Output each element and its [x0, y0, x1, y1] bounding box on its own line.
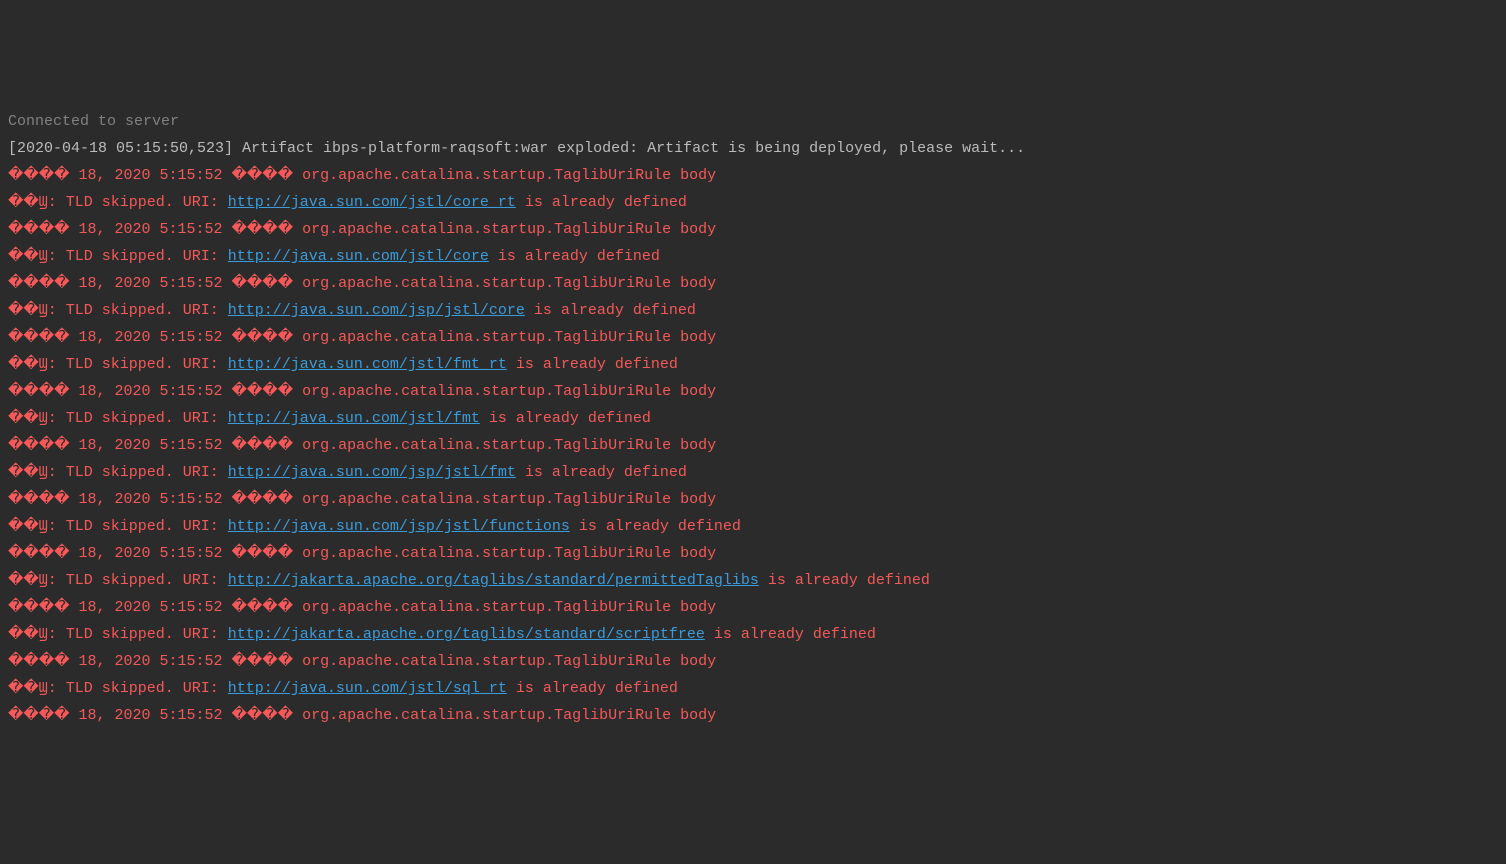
log-line-tld-skipped: ��Ϣ: TLD skipped. URI: http://jakarta.ap… [8, 567, 1498, 594]
log-line-taglib-header: ���� 18, 2020 5:15:52 ���� org.apache.ca… [8, 702, 1498, 729]
tld-uri-link[interactable]: http://jakarta.apache.org/taglibs/standa… [228, 572, 759, 589]
tld-prefix: ��Ϣ: TLD skipped. URI: [8, 302, 228, 319]
log-line-taglib-header: ���� 18, 2020 5:15:52 ���� org.apache.ca… [8, 270, 1498, 297]
tld-suffix: is already defined [507, 680, 678, 697]
tld-prefix: ��Ϣ: TLD skipped. URI: [8, 518, 228, 535]
log-line-tld-skipped: ��Ϣ: TLD skipped. URI: http://java.sun.c… [8, 243, 1498, 270]
log-line-connected: Connected to server [8, 108, 1498, 135]
log-line-taglib-header: ���� 18, 2020 5:15:52 ���� org.apache.ca… [8, 486, 1498, 513]
log-line-taglib-header: ���� 18, 2020 5:15:52 ���� org.apache.ca… [8, 540, 1498, 567]
tld-suffix: is already defined [516, 464, 687, 481]
tld-suffix: is already defined [480, 410, 651, 427]
log-line-tld-skipped: ��Ϣ: TLD skipped. URI: http://jakarta.ap… [8, 621, 1498, 648]
taglib-header: ���� 18, 2020 5:15:52 ���� org.apache.ca… [8, 653, 716, 670]
tld-uri-link[interactable]: http://java.sun.com/jstl/sql_rt [228, 680, 507, 697]
tld-suffix: is already defined [489, 248, 660, 265]
tld-uri-link[interactable]: http://java.sun.com/jsp/jstl/core [228, 302, 525, 319]
log-line-taglib-header: ���� 18, 2020 5:15:52 ���� org.apache.ca… [8, 216, 1498, 243]
tld-prefix: ��Ϣ: TLD skipped. URI: [8, 680, 228, 697]
taglib-header: ���� 18, 2020 5:15:52 ���� org.apache.ca… [8, 599, 716, 616]
tld-suffix: is already defined [525, 302, 696, 319]
tld-prefix: ��Ϣ: TLD skipped. URI: [8, 248, 228, 265]
log-line-tld-skipped: ��Ϣ: TLD skipped. URI: http://java.sun.c… [8, 405, 1498, 432]
tld-uri-link[interactable]: http://jakarta.apache.org/taglibs/standa… [228, 626, 705, 643]
log-line-deploy: [2020-04-18 05:15:50,523] Artifact ibps-… [8, 135, 1498, 162]
taglib-header: ���� 18, 2020 5:15:52 ���� org.apache.ca… [8, 545, 716, 562]
log-line-tld-skipped: ��Ϣ: TLD skipped. URI: http://java.sun.c… [8, 675, 1498, 702]
taglib-header: ���� 18, 2020 5:15:52 ���� org.apache.ca… [8, 707, 716, 724]
tld-uri-link[interactable]: http://java.sun.com/jstl/fmt [228, 410, 480, 427]
log-line-taglib-header: ���� 18, 2020 5:15:52 ���� org.apache.ca… [8, 378, 1498, 405]
taglib-header: ���� 18, 2020 5:15:52 ���� org.apache.ca… [8, 329, 716, 346]
taglib-header: ���� 18, 2020 5:15:52 ���� org.apache.ca… [8, 491, 716, 508]
tld-suffix: is already defined [759, 572, 930, 589]
tld-uri-link[interactable]: http://java.sun.com/jstl/fmt_rt [228, 356, 507, 373]
tld-prefix: ��Ϣ: TLD skipped. URI: [8, 356, 228, 373]
tld-suffix: is already defined [570, 518, 741, 535]
tld-uri-link[interactable]: http://java.sun.com/jsp/jstl/fmt [228, 464, 516, 481]
taglib-header: ���� 18, 2020 5:15:52 ���� org.apache.ca… [8, 437, 716, 454]
console-output[interactable]: Connected to server [2020-04-18 05:15:50,… [8, 108, 1498, 729]
tld-prefix: ��Ϣ: TLD skipped. URI: [8, 572, 228, 589]
tld-uri-link[interactable]: http://java.sun.com/jstl/core [228, 248, 489, 265]
log-line-tld-skipped: ��Ϣ: TLD skipped. URI: http://java.sun.c… [8, 189, 1498, 216]
log-line-taglib-header: ���� 18, 2020 5:15:52 ���� org.apache.ca… [8, 594, 1498, 621]
tld-prefix: ��Ϣ: TLD skipped. URI: [8, 626, 228, 643]
taglib-header: ���� 18, 2020 5:15:52 ���� org.apache.ca… [8, 383, 716, 400]
tld-uri-link[interactable]: http://java.sun.com/jsp/jstl/functions [228, 518, 570, 535]
tld-suffix: is already defined [516, 194, 687, 211]
log-line-tld-skipped: ��Ϣ: TLD skipped. URI: http://java.sun.c… [8, 513, 1498, 540]
tld-prefix: ��Ϣ: TLD skipped. URI: [8, 194, 228, 211]
log-line-taglib-header: ���� 18, 2020 5:15:52 ���� org.apache.ca… [8, 648, 1498, 675]
log-line-tld-skipped: ��Ϣ: TLD skipped. URI: http://java.sun.c… [8, 297, 1498, 324]
tld-suffix: is already defined [705, 626, 876, 643]
connected-text: Connected to server [8, 113, 179, 130]
log-line-taglib-header: ���� 18, 2020 5:15:52 ���� org.apache.ca… [8, 432, 1498, 459]
taglib-header: ���� 18, 2020 5:15:52 ���� org.apache.ca… [8, 221, 716, 238]
tld-suffix: is already defined [507, 356, 678, 373]
taglib-header: ���� 18, 2020 5:15:52 ���� org.apache.ca… [8, 167, 716, 184]
tld-prefix: ��Ϣ: TLD skipped. URI: [8, 410, 228, 427]
log-line-tld-skipped: ��Ϣ: TLD skipped. URI: http://java.sun.c… [8, 459, 1498, 486]
log-line-taglib-header: ���� 18, 2020 5:15:52 ���� org.apache.ca… [8, 324, 1498, 351]
log-line-tld-skipped: ��Ϣ: TLD skipped. URI: http://java.sun.c… [8, 351, 1498, 378]
log-line-taglib-header: ���� 18, 2020 5:15:52 ���� org.apache.ca… [8, 162, 1498, 189]
tld-uri-link[interactable]: http://java.sun.com/jstl/core_rt [228, 194, 516, 211]
tld-prefix: ��Ϣ: TLD skipped. URI: [8, 464, 228, 481]
taglib-header: ���� 18, 2020 5:15:52 ���� org.apache.ca… [8, 275, 716, 292]
deploy-text: [2020-04-18 05:15:50,523] Artifact ibps-… [8, 140, 1025, 157]
